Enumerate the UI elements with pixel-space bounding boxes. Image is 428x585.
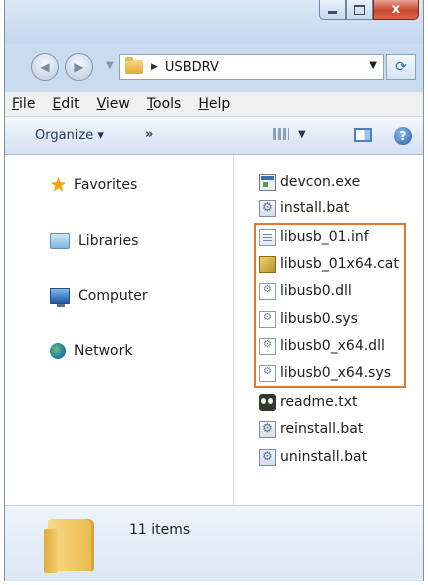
- back-button[interactable]: ◀: [31, 53, 59, 81]
- close-icon: x: [391, 2, 401, 17]
- nav-item-computer[interactable]: Computer: [50, 288, 148, 307]
- file-name: reinstall.bat: [280, 421, 364, 437]
- file-name: uninstall.bat: [280, 449, 368, 465]
- nav-item-network[interactable]: Network: [50, 343, 132, 359]
- bat-icon: [259, 448, 276, 466]
- chevron-down-icon[interactable]: ▼: [298, 129, 306, 140]
- nav-item-label: Favorites: [74, 177, 138, 193]
- menu-file[interactable]: File: [12, 96, 35, 112]
- nav-item-libraries[interactable]: Libraries: [50, 233, 138, 249]
- file-item[interactable]: libusb0_x64.sys: [259, 363, 391, 383]
- catalog-icon: [259, 255, 276, 273]
- file-item[interactable]: libusb_01x64.cat: [259, 254, 399, 274]
- refresh-button[interactable]: ⟳: [386, 54, 416, 80]
- navigation-bar: ◀ ▶ ▼ ▶ USBDRV ▼ ⟳: [5, 50, 423, 84]
- menu-edit[interactable]: Edit: [52, 96, 79, 112]
- change-view-button[interactable]: ▼: [273, 128, 306, 140]
- minimize-icon: [328, 11, 337, 14]
- file-item[interactable]: libusb_01.inf: [259, 227, 369, 247]
- minimize-button[interactable]: [319, 0, 346, 20]
- txt-icon: [259, 393, 276, 411]
- nav-item-label: Network: [74, 343, 133, 359]
- folder-icon: [125, 57, 143, 74]
- address-dropdown-icon[interactable]: ▼: [369, 60, 377, 71]
- breadcrumb-separator[interactable]: ▶: [151, 62, 158, 72]
- sys-icon: [259, 310, 276, 328]
- more-commands-button[interactable]: »: [145, 127, 153, 142]
- nav-item-label: Computer: [78, 288, 148, 304]
- title-bar[interactable]: x: [5, 0, 423, 44]
- file-item[interactable]: devcon.exe: [259, 172, 360, 192]
- file-item[interactable]: libusb0_x64.dll: [259, 336, 385, 356]
- folder-icon: [44, 519, 94, 573]
- forward-button[interactable]: ▶: [65, 53, 93, 81]
- recent-pages-dropdown[interactable]: ▼: [106, 60, 114, 71]
- file-name: readme.txt: [280, 394, 358, 410]
- nav-item-favorites[interactable]: ★ Favorites: [50, 174, 138, 196]
- file-item[interactable]: uninstall.bat: [259, 447, 367, 467]
- file-name: libusb_01x64.cat: [280, 256, 399, 272]
- navigation-pane[interactable]: ★ Favorites Libraries Computer Network: [5, 155, 234, 505]
- caption-buttons: x: [319, 0, 419, 20]
- maximize-icon: [354, 4, 365, 15]
- close-button[interactable]: x: [373, 0, 419, 20]
- file-item[interactable]: reinstall.bat: [259, 419, 363, 439]
- refresh-icon: ⟳: [395, 59, 407, 75]
- bat-icon: [259, 199, 276, 217]
- back-arrow-icon: ◀: [40, 60, 50, 74]
- file-name: libusb0_x64.dll: [280, 338, 385, 354]
- exe-icon: [259, 173, 276, 191]
- menu-help[interactable]: Help: [198, 96, 230, 112]
- dll-icon: [259, 282, 276, 300]
- content-area: ★ Favorites Libraries Computer Network d…: [5, 155, 423, 505]
- menu-tools[interactable]: Tools: [147, 96, 182, 112]
- inf-icon: [259, 228, 276, 246]
- change-view-icon: [273, 128, 289, 140]
- file-item[interactable]: libusb0.sys: [259, 309, 358, 329]
- menu-bar: File Edit View Tools Help: [5, 92, 423, 117]
- explorer-window: x ◀ ▶ ▼ ▶ USBDRV ▼ ⟳ File Edit View Tool…: [4, 0, 424, 581]
- file-item[interactable]: libusb0.dll: [259, 281, 352, 301]
- file-name: libusb0.sys: [280, 311, 358, 327]
- file-item[interactable]: readme.txt: [259, 392, 358, 412]
- star-icon: ★: [50, 174, 68, 196]
- bat-icon: [259, 420, 276, 438]
- file-name: libusb0.dll: [280, 283, 352, 299]
- nav-item-label: Libraries: [78, 233, 139, 249]
- command-bar: Organize ▾ » ▼ ?: [5, 117, 423, 155]
- computer-icon: [50, 288, 70, 307]
- dll-icon: [259, 337, 276, 355]
- item-count: 11 items: [129, 522, 191, 538]
- breadcrumb-usbdrv[interactable]: USBDRV: [165, 60, 219, 75]
- network-icon: [50, 343, 66, 359]
- maximize-button[interactable]: [346, 0, 373, 20]
- details-pane: 11 items: [5, 505, 423, 581]
- file-name: libusb_01.inf: [280, 229, 369, 245]
- file-name: libusb0_x64.sys: [280, 365, 392, 381]
- sys-icon: [259, 364, 276, 382]
- help-icon[interactable]: ?: [394, 127, 412, 145]
- menu-view[interactable]: View: [97, 96, 130, 112]
- organize-button[interactable]: Organize ▾: [35, 128, 104, 143]
- preview-pane-icon[interactable]: [354, 128, 372, 142]
- file-item[interactable]: install.bat: [259, 198, 349, 218]
- file-name: devcon.exe: [280, 174, 361, 190]
- address-bar[interactable]: ▶ USBDRV ▼: [119, 54, 384, 80]
- libraries-icon: [50, 233, 70, 249]
- file-name: install.bat: [280, 200, 350, 216]
- forward-arrow-icon: ▶: [74, 60, 84, 74]
